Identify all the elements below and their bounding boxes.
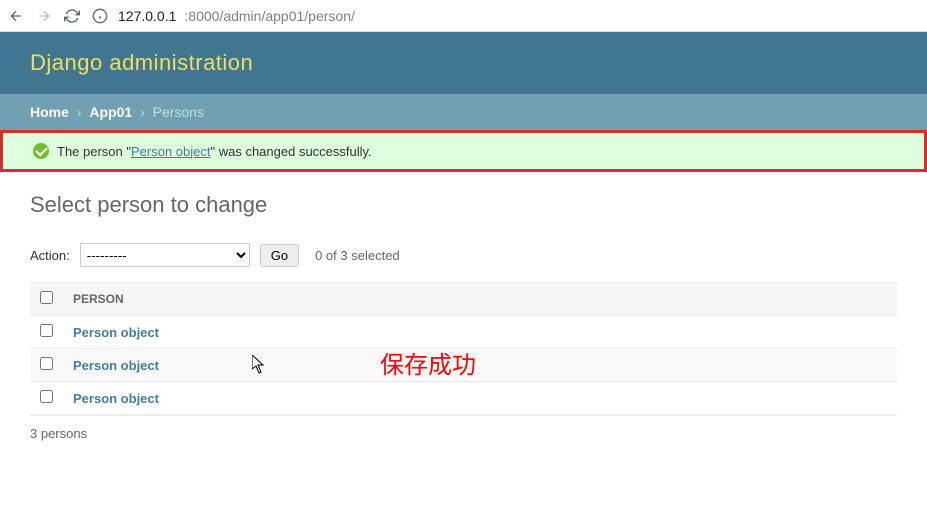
table-row: Person object	[30, 382, 897, 415]
row-link-cell: Person object	[63, 349, 897, 382]
success-text: The person "Person object" was changed s…	[57, 144, 372, 159]
row-checkbox[interactable]	[40, 390, 53, 403]
row-link-cell: Person object	[63, 382, 897, 415]
content-area: Select person to change Action: --------…	[0, 172, 927, 471]
row-object-link[interactable]: Person object	[73, 358, 159, 373]
row-object-link[interactable]: Person object	[73, 391, 159, 406]
row-checkbox-cell	[30, 349, 63, 382]
row-object-link[interactable]: Person object	[73, 325, 159, 340]
row-link-cell: Person object	[63, 316, 897, 349]
address-bar[interactable]: 127.0.0.1 :8000/admin/app01/person/	[118, 8, 921, 24]
table-row: Person object	[30, 349, 897, 382]
breadcrumb-sep: ›	[136, 104, 149, 120]
back-button[interactable]	[6, 6, 26, 26]
select-all-checkbox[interactable]	[40, 291, 53, 304]
page-title: Select person to change	[30, 192, 897, 218]
success-message: The person "Person object" was changed s…	[3, 133, 924, 169]
action-label: Action:	[30, 248, 70, 263]
select-all-header	[30, 283, 63, 316]
url-port-path: :8000/admin/app01/person/	[184, 8, 354, 24]
success-check-icon	[33, 143, 49, 159]
breadcrumb-sep: ›	[73, 104, 86, 120]
forward-button[interactable]	[34, 6, 54, 26]
row-checkbox-cell	[30, 316, 63, 349]
reload-button[interactable]	[62, 6, 82, 26]
action-select[interactable]: ---------	[80, 243, 250, 267]
success-highlight: The person "Person object" was changed s…	[0, 130, 927, 172]
row-checkbox[interactable]	[40, 324, 53, 337]
column-header[interactable]: PERSON	[63, 283, 897, 316]
site-title[interactable]: Django administration	[30, 50, 897, 76]
go-button[interactable]: Go	[260, 244, 299, 267]
row-checkbox-cell	[30, 382, 63, 415]
changelist-table: PERSON Person object Person object Person …	[30, 282, 897, 415]
result-count: 3 persons	[30, 415, 897, 451]
url-host: 127.0.0.1	[118, 8, 176, 24]
breadcrumb-app[interactable]: App01	[89, 104, 132, 120]
breadcrumb: Home › App01 › Persons	[0, 94, 927, 130]
browser-toolbar: 127.0.0.1 :8000/admin/app01/person/	[0, 0, 927, 32]
site-header: Django administration	[0, 32, 927, 94]
table-row: Person object	[30, 316, 897, 349]
row-checkbox[interactable]	[40, 357, 53, 370]
actions-row: Action: --------- Go 0 of 3 selected	[30, 243, 897, 267]
selected-count: 0 of 3 selected	[315, 248, 400, 263]
info-icon[interactable]	[90, 6, 110, 26]
success-object-link[interactable]: Person object	[131, 144, 211, 159]
breadcrumb-current: Persons	[153, 104, 204, 120]
breadcrumb-home[interactable]: Home	[30, 104, 69, 120]
